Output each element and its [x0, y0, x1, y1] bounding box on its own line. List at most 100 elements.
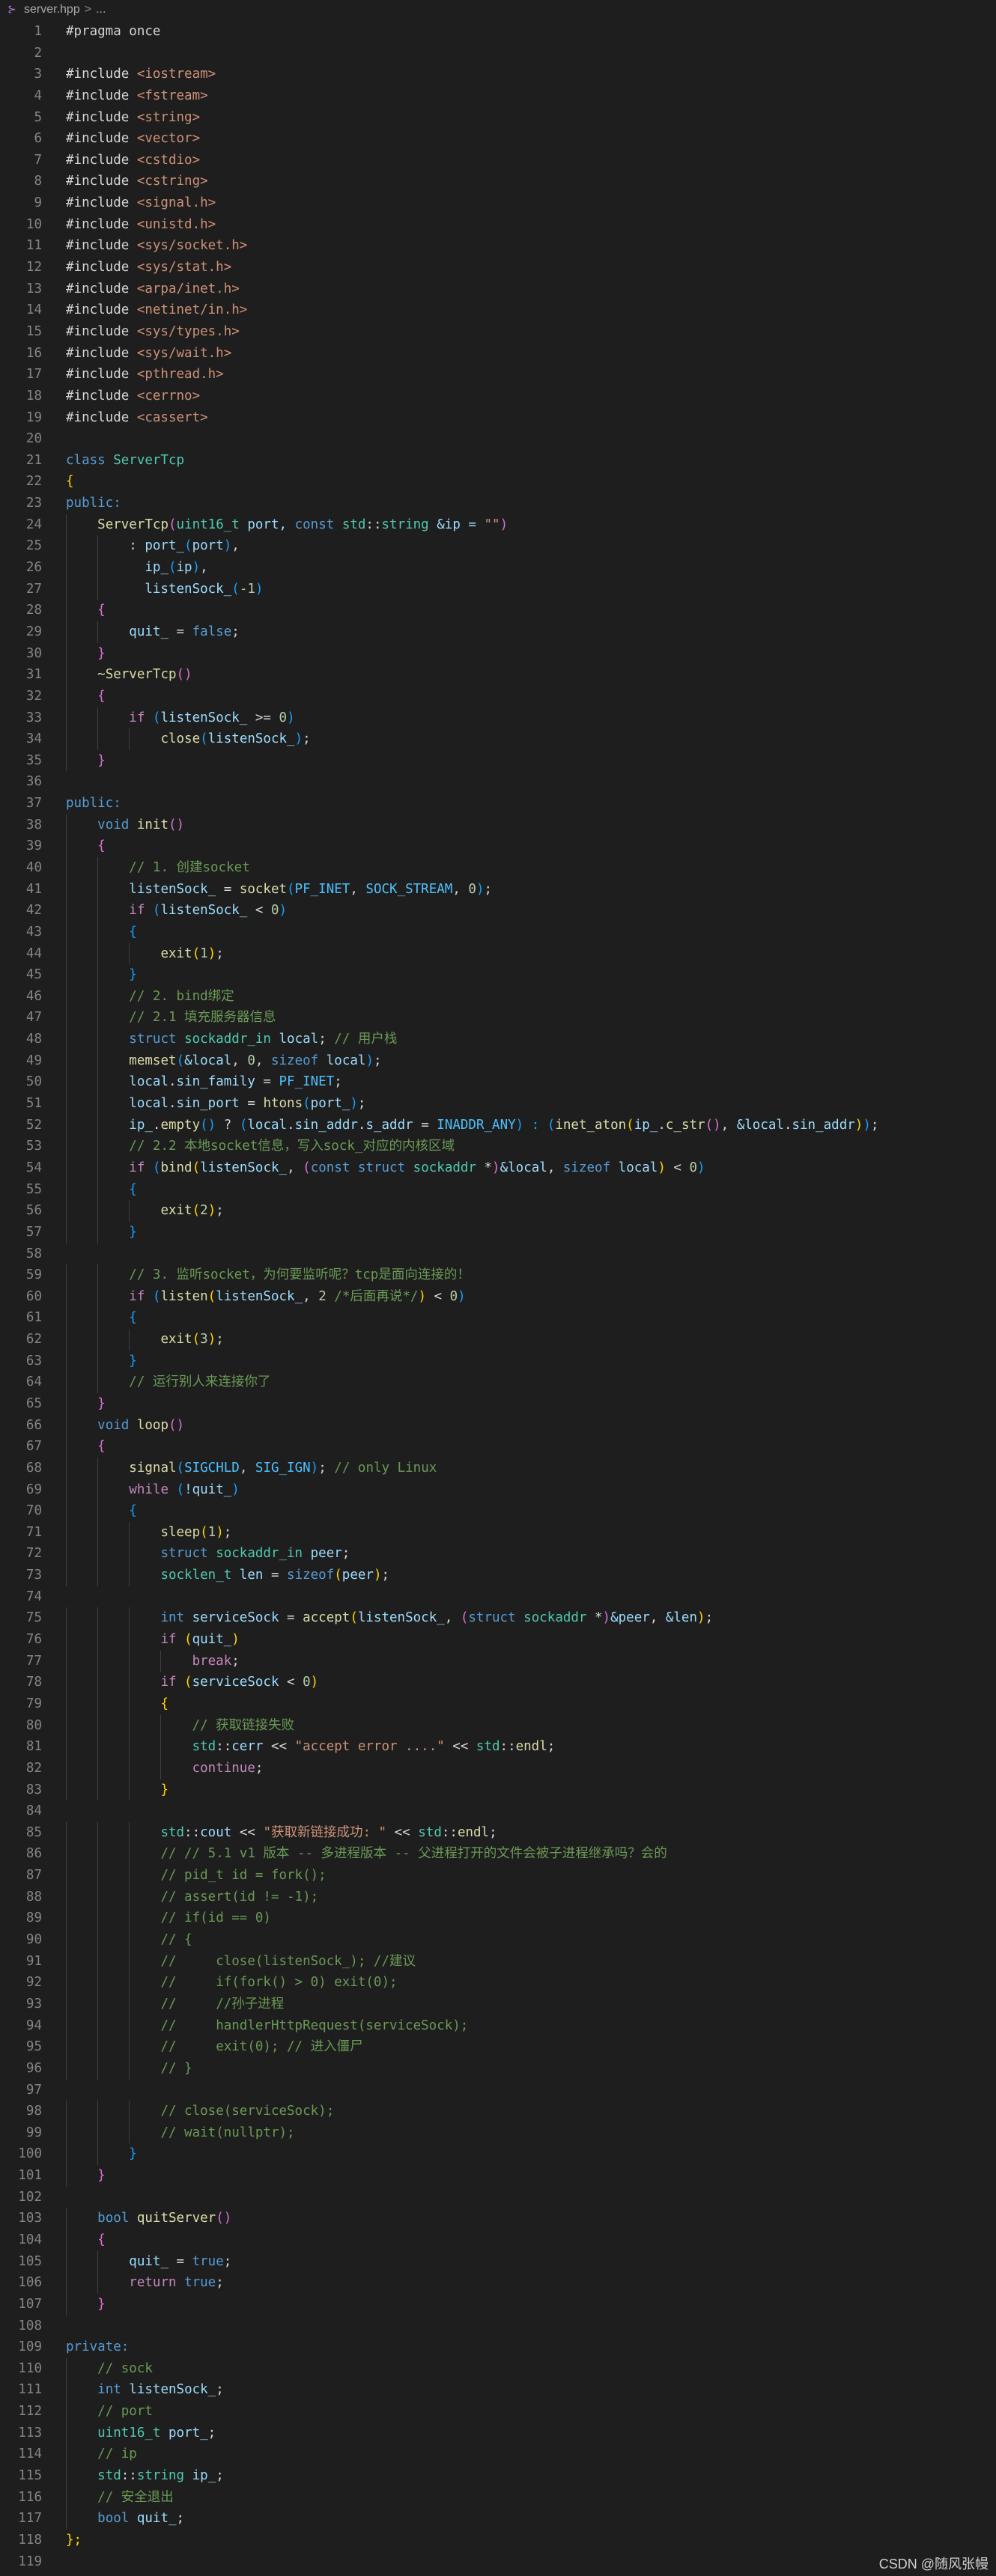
code-token: ): [231, 1632, 240, 1648]
line-text: #include <cassert>: [66, 407, 208, 429]
code-line: 72 struct sockaddr_in peer;: [0, 1543, 996, 1565]
code-token: ip_: [184, 2468, 216, 2484]
line-number: 3: [34, 67, 42, 82]
code-token: sockaddr: [413, 1160, 476, 1175]
code-line: 75 int serviceSock = accept(listenSock_,…: [0, 1607, 996, 1630]
code-token: #include: [66, 152, 137, 168]
code-token: ): [854, 1117, 863, 1133]
line-text: local.sin_port = htons(port_);: [66, 1093, 365, 1115]
code-token: loop: [136, 1417, 168, 1433]
code-line: 112 // port: [0, 2401, 996, 2423]
code-token: >=: [247, 710, 279, 725]
cpp-file-icon: ⊱: [7, 4, 16, 16]
line-number: 4: [34, 88, 42, 103]
line-text: bool quitServer(): [66, 2208, 231, 2229]
code-line: 31 ~ServerTcp(): [0, 664, 996, 686]
code-line: 96 // }: [0, 2057, 996, 2080]
code-token: serviceSock: [192, 1610, 279, 1626]
code-line: 116 // 安全退出: [0, 2486, 996, 2509]
code-token: ::: [441, 1824, 458, 1840]
line-number: 60: [25, 1288, 42, 1304]
code-token: ::: [365, 517, 382, 532]
code-token: inet_aton: [555, 1117, 627, 1133]
line-text: // 获取链接失败: [66, 1715, 295, 1737]
line-text: if (listenSock_ >= 0): [66, 707, 294, 729]
code-token: &local: [184, 1053, 232, 1068]
line-number: 100: [18, 2146, 42, 2162]
code-token: (): [216, 2211, 232, 2226]
code-line: 71 sleep(1);: [0, 1521, 996, 1544]
line-number: 47: [25, 1010, 42, 1026]
code-token: (: [547, 1117, 556, 1133]
code-token: sizeof: [287, 1568, 335, 1583]
code-token: ): [192, 560, 201, 576]
code-token: s_addr: [365, 1117, 413, 1133]
line-text: quit_ = true;: [66, 2251, 231, 2273]
line-text: socklen_t len = sizeof(peer);: [66, 1565, 389, 1586]
code-line: 1 #pragma once: [0, 21, 996, 43]
line-number: 85: [25, 1824, 42, 1840]
code-token: #include: [66, 174, 137, 189]
line-number: 56: [25, 1203, 42, 1219]
code-token: *: [476, 1160, 493, 1175]
code-token: local: [247, 1117, 288, 1133]
code-token: <sys/wait.h>: [136, 345, 232, 361]
code-token: <: [279, 1675, 303, 1690]
code-token: peer: [303, 1546, 342, 1562]
code-line: 47 // 2.1 填充服务器信息: [0, 1007, 996, 1029]
line-text: exit(1);: [66, 943, 223, 965]
line-text: quit_ = false;: [66, 621, 240, 643]
line-text: }: [66, 1393, 106, 1415]
code-line: 91 // close(listenSock_); //建议: [0, 1950, 996, 1973]
code-token: public:: [66, 496, 121, 511]
code-token: ): [310, 1675, 319, 1690]
code-token: ): [231, 1482, 240, 1497]
code-line: 109 private:: [0, 2336, 996, 2358]
code-line: 10 #include <unistd.h>: [0, 214, 996, 236]
line-text: // 1. 创建socket: [66, 857, 250, 879]
breadcrumb-symbol[interactable]: ...: [96, 3, 106, 16]
code-token: // 1. 创建socket: [129, 859, 250, 875]
code-token: if: [160, 1632, 185, 1648]
code-line: 32 {: [0, 685, 996, 707]
code-token: local: [129, 1096, 168, 1112]
code-editor[interactable]: 1 #pragma once 2 3 #include <iostream> 4 #incl…: [0, 21, 996, 2572]
line-number: 70: [25, 1503, 42, 1519]
code-token: PF_INET: [294, 881, 350, 897]
code-token: (): [168, 817, 185, 832]
line-number: 38: [25, 817, 42, 832]
code-token: listenSock_: [200, 1160, 288, 1175]
line-text: {: [66, 600, 106, 621]
code-line: 39 {: [0, 835, 996, 857]
line-number: 44: [25, 946, 42, 961]
line-number: 94: [25, 2018, 42, 2033]
code-token: ;: [705, 1610, 714, 1626]
breadcrumb-file[interactable]: server.hpp: [24, 3, 80, 16]
line-text: // sock: [66, 2358, 153, 2380]
code-line: 14 #include <netinet/in.h>: [0, 299, 996, 321]
code-line: 16 #include <sys/wait.h>: [0, 343, 996, 365]
code-token: &local: [736, 1117, 784, 1133]
line-text: }: [66, 750, 106, 772]
code-line: 100 }: [0, 2143, 996, 2166]
code-line: 46 // 2. bind绑定: [0, 985, 996, 1008]
line-text: }: [66, 1351, 137, 1372]
line-text: {: [66, 1693, 168, 1715]
code-token: local: [618, 1160, 658, 1175]
line-number: 76: [25, 1632, 42, 1648]
code-token: ::: [184, 1824, 201, 1840]
code-token: ;: [334, 1074, 342, 1090]
line-text: {: [66, 1436, 106, 1458]
line-number: 68: [25, 1460, 42, 1476]
